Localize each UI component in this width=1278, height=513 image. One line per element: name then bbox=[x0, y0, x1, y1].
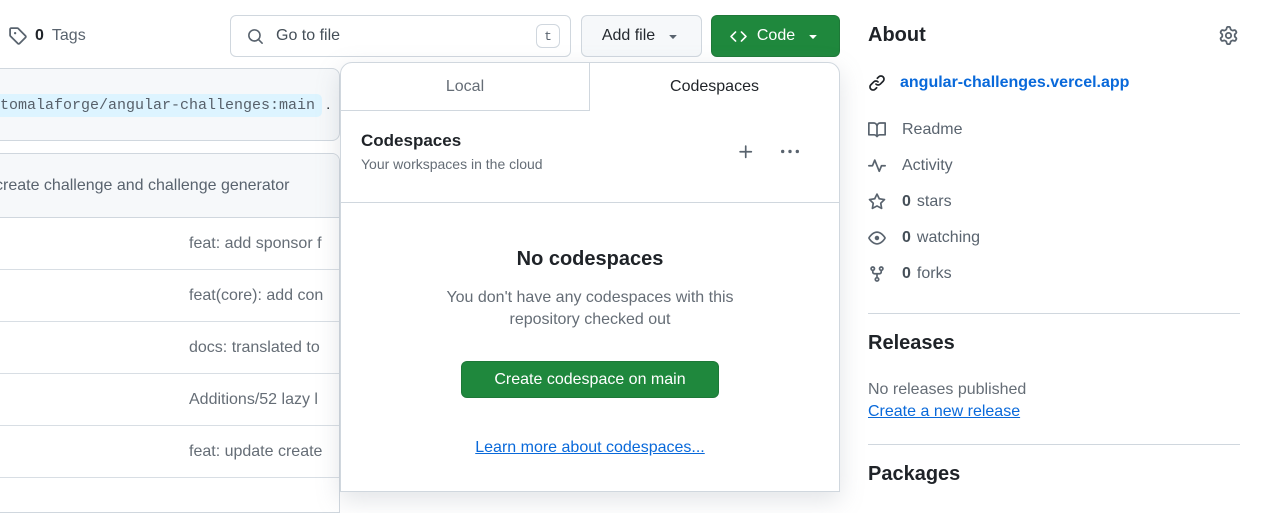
tab-codespaces[interactable]: Codespaces bbox=[590, 63, 839, 111]
table-row[interactable]: docs: translated to bbox=[0, 322, 339, 374]
sidebar-item-label: watching bbox=[917, 229, 980, 247]
sidebar-divider bbox=[868, 313, 1240, 314]
table-row[interactable]: feat: update create bbox=[0, 426, 339, 478]
sidebar-item-activity[interactable]: Activity bbox=[868, 157, 953, 175]
codespaces-empty-state: No codespaces You don't have any codespa… bbox=[341, 248, 839, 457]
table-row[interactable] bbox=[0, 478, 339, 513]
table-row[interactable]: feat: add sponsor f bbox=[0, 218, 339, 270]
releases-status: No releases published bbox=[868, 381, 1026, 399]
sidebar-item-label: stars bbox=[917, 193, 952, 211]
eye-icon bbox=[868, 229, 886, 247]
about-heading: About bbox=[868, 24, 926, 47]
empty-state-title: No codespaces bbox=[341, 248, 839, 271]
star-icon bbox=[868, 193, 886, 211]
table-row[interactable]: Additions/52 lazy l bbox=[0, 374, 339, 426]
kebab-menu-icon[interactable] bbox=[781, 143, 799, 161]
chevron-down-icon bbox=[805, 28, 821, 44]
code-button-label: Code bbox=[757, 27, 795, 45]
packages-heading: Packages bbox=[868, 463, 960, 486]
table-row[interactable]: feat(core): add con bbox=[0, 270, 339, 322]
keyboard-shortcut-badge: t bbox=[536, 24, 560, 48]
gear-icon[interactable] bbox=[1219, 26, 1238, 45]
code-dropdown-panel: Local Codespaces Codespaces Your workspa… bbox=[340, 62, 840, 492]
sidebar-item-label: forks bbox=[917, 265, 952, 283]
go-to-file-search[interactable]: t bbox=[230, 15, 571, 57]
tag-icon bbox=[8, 26, 27, 45]
sidebar-item-label: Activity bbox=[902, 157, 953, 175]
about-sidebar: About angular-challenges.vercel.app Read… bbox=[868, 0, 1240, 489]
repo-website-link[interactable]: angular-challenges.vercel.app bbox=[900, 74, 1129, 92]
codespaces-title: Codespaces bbox=[361, 131, 711, 151]
code-icon bbox=[730, 28, 747, 45]
forks-count: 0 bbox=[902, 265, 911, 283]
branch-ref-code[interactable]: tomalaforge/angular-challenges:main bbox=[0, 94, 322, 117]
chevron-down-icon bbox=[665, 28, 681, 44]
sidebar-item-watching[interactable]: 0 watching bbox=[868, 229, 980, 247]
sidebar-item-readme[interactable]: Readme bbox=[868, 121, 962, 139]
tags-count: 0 bbox=[35, 27, 44, 45]
codespaces-subtitle: Your workspaces in the cloud bbox=[361, 156, 711, 172]
latest-commit-row[interactable]: create challenge and challenge generator bbox=[0, 154, 339, 218]
search-icon bbox=[247, 28, 264, 45]
watching-count: 0 bbox=[902, 229, 911, 247]
tab-local[interactable]: Local bbox=[341, 63, 590, 111]
create-codespace-button[interactable]: Create codespace on main bbox=[461, 361, 719, 398]
commit-message[interactable]: feat: update create bbox=[189, 443, 322, 461]
tags-link[interactable]: 0 Tags bbox=[8, 26, 86, 45]
file-table: create challenge and challenge generator… bbox=[0, 153, 340, 513]
add-file-label: Add file bbox=[602, 27, 655, 45]
create-release-link[interactable]: Create a new release bbox=[868, 403, 1020, 421]
fork-icon bbox=[868, 265, 886, 283]
book-icon bbox=[868, 121, 886, 139]
commit-message[interactable]: docs: translated to bbox=[189, 339, 320, 357]
sidebar-divider bbox=[868, 444, 1240, 445]
website-link-row: angular-challenges.vercel.app bbox=[868, 74, 1129, 92]
empty-state-body: You don't have any codespaces with this … bbox=[425, 287, 755, 331]
new-codespace-plus-icon[interactable] bbox=[737, 143, 755, 161]
commit-message[interactable]: Additions/52 lazy l bbox=[189, 391, 318, 409]
search-input[interactable] bbox=[276, 27, 536, 45]
fork-status-text: tomalaforge/angular-challenges:main. bbox=[0, 96, 330, 114]
sidebar-item-forks[interactable]: 0 forks bbox=[868, 265, 952, 283]
learn-more-link[interactable]: Learn more about codespaces... bbox=[475, 439, 704, 457]
fork-status-suffix: . bbox=[326, 96, 330, 113]
tags-label: Tags bbox=[52, 27, 86, 45]
code-button[interactable]: Code bbox=[711, 15, 840, 57]
sidebar-item-label: Readme bbox=[902, 121, 962, 139]
stars-count: 0 bbox=[902, 193, 911, 211]
link-icon bbox=[868, 74, 886, 92]
commit-message[interactable]: feat(core): add con bbox=[189, 287, 323, 305]
latest-commit-message[interactable]: create challenge and challenge generator bbox=[0, 177, 289, 195]
fork-status-bar: tomalaforge/angular-challenges:main. bbox=[0, 68, 340, 141]
add-file-button[interactable]: Add file bbox=[581, 15, 702, 57]
codespaces-header: Codespaces Your workspaces in the cloud bbox=[341, 111, 839, 203]
commit-message[interactable]: feat: add sponsor f bbox=[189, 235, 322, 253]
code-dropdown-tabs: Local Codespaces bbox=[341, 63, 839, 111]
sidebar-item-stars[interactable]: 0 stars bbox=[868, 193, 952, 211]
pulse-icon bbox=[868, 157, 886, 175]
releases-heading: Releases bbox=[868, 332, 955, 355]
